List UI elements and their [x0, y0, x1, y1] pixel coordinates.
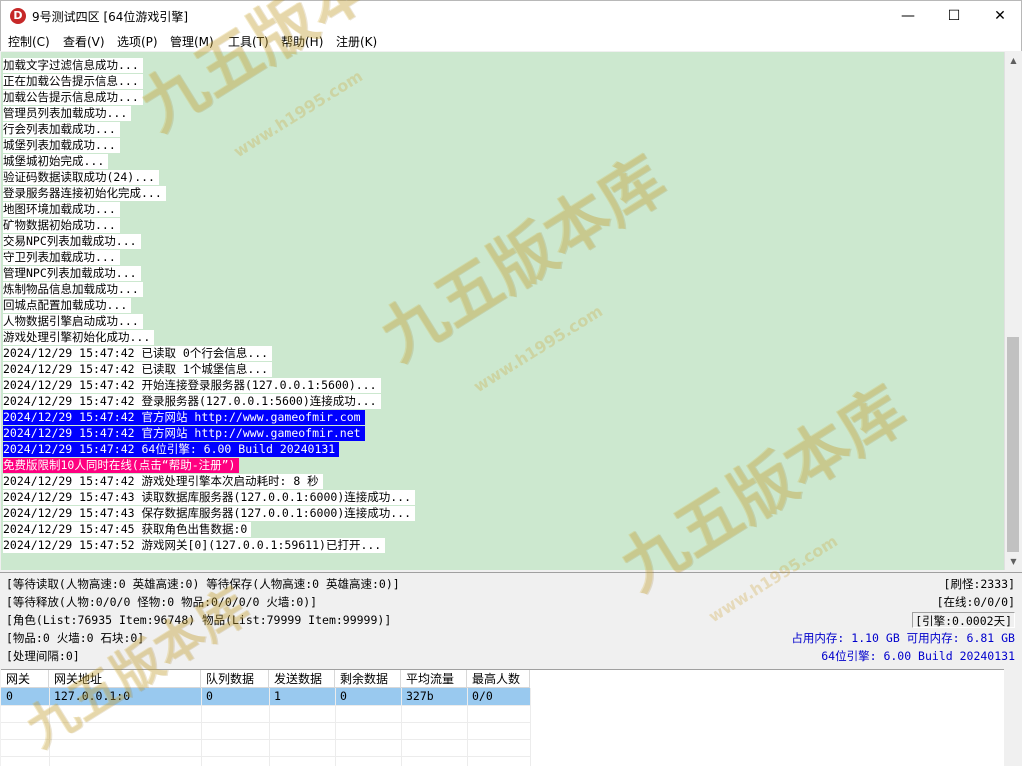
status-memory: 占用内存: 1.10 GB 可用内存: 6.81 GB [791, 631, 1015, 645]
log-line: 管理员列表加载成功... [3, 106, 132, 121]
status-interval: [处理间隔:0] [6, 649, 80, 663]
log-line: 矿物数据初始成功... [3, 218, 120, 233]
status-panel: [等待读取(人物高速:0 英雄高速:0) 等待保存(人物高速:0 英雄高速:0)… [0, 572, 1022, 668]
cell-gateway: 0 [6, 689, 13, 703]
col-queue-data[interactable]: 队列数据 [201, 670, 269, 688]
log-line: 行会列表加载成功... [3, 122, 120, 137]
status-refresh: [刷怪:2333] [943, 577, 1015, 591]
status-online: [在线:0/0/0] [936, 595, 1015, 609]
log-line: 2024/12/29 15:47:42 已读取 0个行会信息... [3, 346, 273, 361]
menu-tools[interactable]: 工具(T) [228, 33, 269, 50]
menu-control[interactable]: 控制(C) [8, 33, 50, 50]
status-items: [物品:0 火墙:0 石块:0] [6, 631, 145, 645]
col-gateway[interactable]: 网关 [1, 670, 49, 688]
log-line: 登录服务器连接初始化完成... [3, 186, 166, 201]
grid-line [269, 688, 270, 766]
status-build: 64位引擎: 6.00 Build 20240131 [821, 649, 1015, 663]
grid-line [335, 688, 336, 766]
menu-bar: 控制(C) 查看(V) 选项(P) 管理(M) 工具(T) 帮助(H) 注册(K… [0, 30, 1022, 51]
menu-options[interactable]: 选项(P) [117, 33, 158, 50]
log-line: 2024/12/29 15:47:42 已读取 1个城堡信息... [3, 362, 273, 377]
app-icon[interactable]: D [10, 8, 26, 24]
grid-line [1, 705, 530, 706]
log-line: 城堡城初始完成... [3, 154, 109, 169]
col-max-users[interactable]: 最高人数 [467, 670, 530, 688]
status-wait-release: [等待释放(人物:0/0/0 怪物:0 物品:0/0/0/0 火墙:0)] [6, 595, 318, 609]
gateway-scrollbar[interactable] [1004, 669, 1021, 766]
cell-max-users: 0/0 [472, 689, 493, 703]
log-scrollbar[interactable]: ▲ ▼ [1004, 52, 1021, 570]
log-line: 交易NPC列表加载成功... [3, 234, 141, 249]
log-line: 验证码数据读取成功(24)... [3, 170, 159, 185]
grid-line [201, 688, 202, 766]
menu-manage[interactable]: 管理(M) [170, 33, 214, 50]
log-line: 2024/12/29 15:47:42 登录服务器(127.0.0.1:5600… [3, 394, 381, 409]
log-line: 人物数据引擎启动成功... [3, 314, 143, 329]
cell-queue-data: 0 [206, 689, 213, 703]
log-line: 地图环境加载成功... [3, 202, 120, 217]
log-line: 2024/12/29 15:47:42 官方网站 http://www.game… [3, 426, 365, 441]
grid-line [467, 688, 468, 766]
status-roles: [角色(List:76935 Item:96748) 物品(List:79999… [6, 613, 392, 627]
title-bar: D 9号测试四区 [64位游戏引擎] — ☐ ✕ [0, 0, 1022, 30]
log-line: 炼制物品信息加载成功... [3, 282, 143, 297]
cell-remaining-data: 0 [340, 689, 347, 703]
log-line: 守卫列表加载成功... [3, 250, 120, 265]
log-line: 管理NPC列表加载成功... [3, 266, 141, 281]
maximize-icon[interactable]: ☐ [931, 1, 977, 31]
grid-line [1, 739, 530, 740]
log-line: 加载公告提示信息成功... [3, 90, 143, 105]
log-line: 2024/12/29 15:47:42 开始连接登录服务器(127.0.0.1:… [3, 378, 381, 393]
log-line: 游戏处理引擎初始化成功... [3, 330, 155, 345]
status-engine-time: [引擎:0.0002天] [912, 612, 1015, 628]
window-title: 9号测试四区 [64位游戏引擎] [32, 10, 189, 24]
log-line: 2024/12/29 15:47:42 64位引擎: 6.00 Build 20… [3, 442, 340, 457]
log-line: 2024/12/29 15:47:52 游戏网关[0](127.0.0.1:59… [3, 538, 386, 553]
grid-line [401, 688, 402, 766]
scroll-down-icon[interactable]: ▼ [1005, 553, 1022, 570]
close-icon[interactable]: ✕ [977, 1, 1022, 31]
log-line: 2024/12/29 15:47:42 游戏处理引擎本次启动耗时: 8 秒 [3, 474, 323, 489]
minimize-icon[interactable]: — [885, 1, 931, 31]
gateway-table-header: 网关 网关地址 队列数据 发送数据 剩余数据 平均流量 最高人数 [1, 670, 530, 688]
status-wait-read: [等待读取(人物高速:0 英雄高速:0) 等待保存(人物高速:0 英雄高速:0)… [6, 577, 400, 591]
cell-gateway-address: 127.0.0.1:0 [54, 689, 131, 703]
grid-line [1, 722, 530, 723]
log-line: 2024/12/29 15:47:42 官方网站 http://www.game… [3, 410, 365, 425]
grid-line [530, 688, 531, 766]
log-line: 正在加载公告提示信息... [3, 74, 143, 89]
log-line: 2024/12/29 15:47:43 保存数据库服务器(127.0.0.1:6… [3, 506, 416, 521]
log-line: 2024/12/29 15:47:45 获取角色出售数据:0 [3, 522, 252, 537]
menu-help[interactable]: 帮助(H) [281, 33, 323, 50]
log-line: 2024/12/29 15:47:43 读取数据库服务器(127.0.0.1:6… [3, 490, 416, 505]
table-row[interactable]: 0 127.0.0.1:0 0 1 0 327b 0/0 [1, 688, 530, 705]
scroll-up-icon[interactable]: ▲ [1005, 52, 1022, 69]
menu-view[interactable]: 查看(V) [63, 33, 105, 50]
menu-register[interactable]: 注册(K) [336, 33, 377, 50]
col-avg-traffic[interactable]: 平均流量 [401, 670, 467, 688]
cell-send-data: 1 [274, 689, 281, 703]
log-line: 城堡列表加载成功... [3, 138, 120, 153]
log-line: 免费版限制10人同时在线(点击“帮助-注册”) [3, 458, 240, 473]
grid-line [1, 756, 530, 757]
col-send-data[interactable]: 发送数据 [269, 670, 335, 688]
log-area[interactable]: 加载文字过滤信息成功... 正在加载公告提示信息... 加载公告提示信息成功... 管… [1, 52, 1004, 570]
gateway-table[interactable]: 网关 网关地址 队列数据 发送数据 剩余数据 平均流量 最高人数 0 127.0… [1, 669, 1004, 766]
log-line: 加载文字过滤信息成功... [3, 58, 143, 73]
scroll-thumb[interactable] [1007, 337, 1019, 552]
col-remaining-data[interactable]: 剩余数据 [335, 670, 401, 688]
log-line: 回城点配置加载成功... [3, 298, 132, 313]
grid-line [49, 688, 50, 766]
col-gateway-address[interactable]: 网关地址 [49, 670, 201, 688]
cell-avg-traffic: 327b [406, 689, 434, 703]
